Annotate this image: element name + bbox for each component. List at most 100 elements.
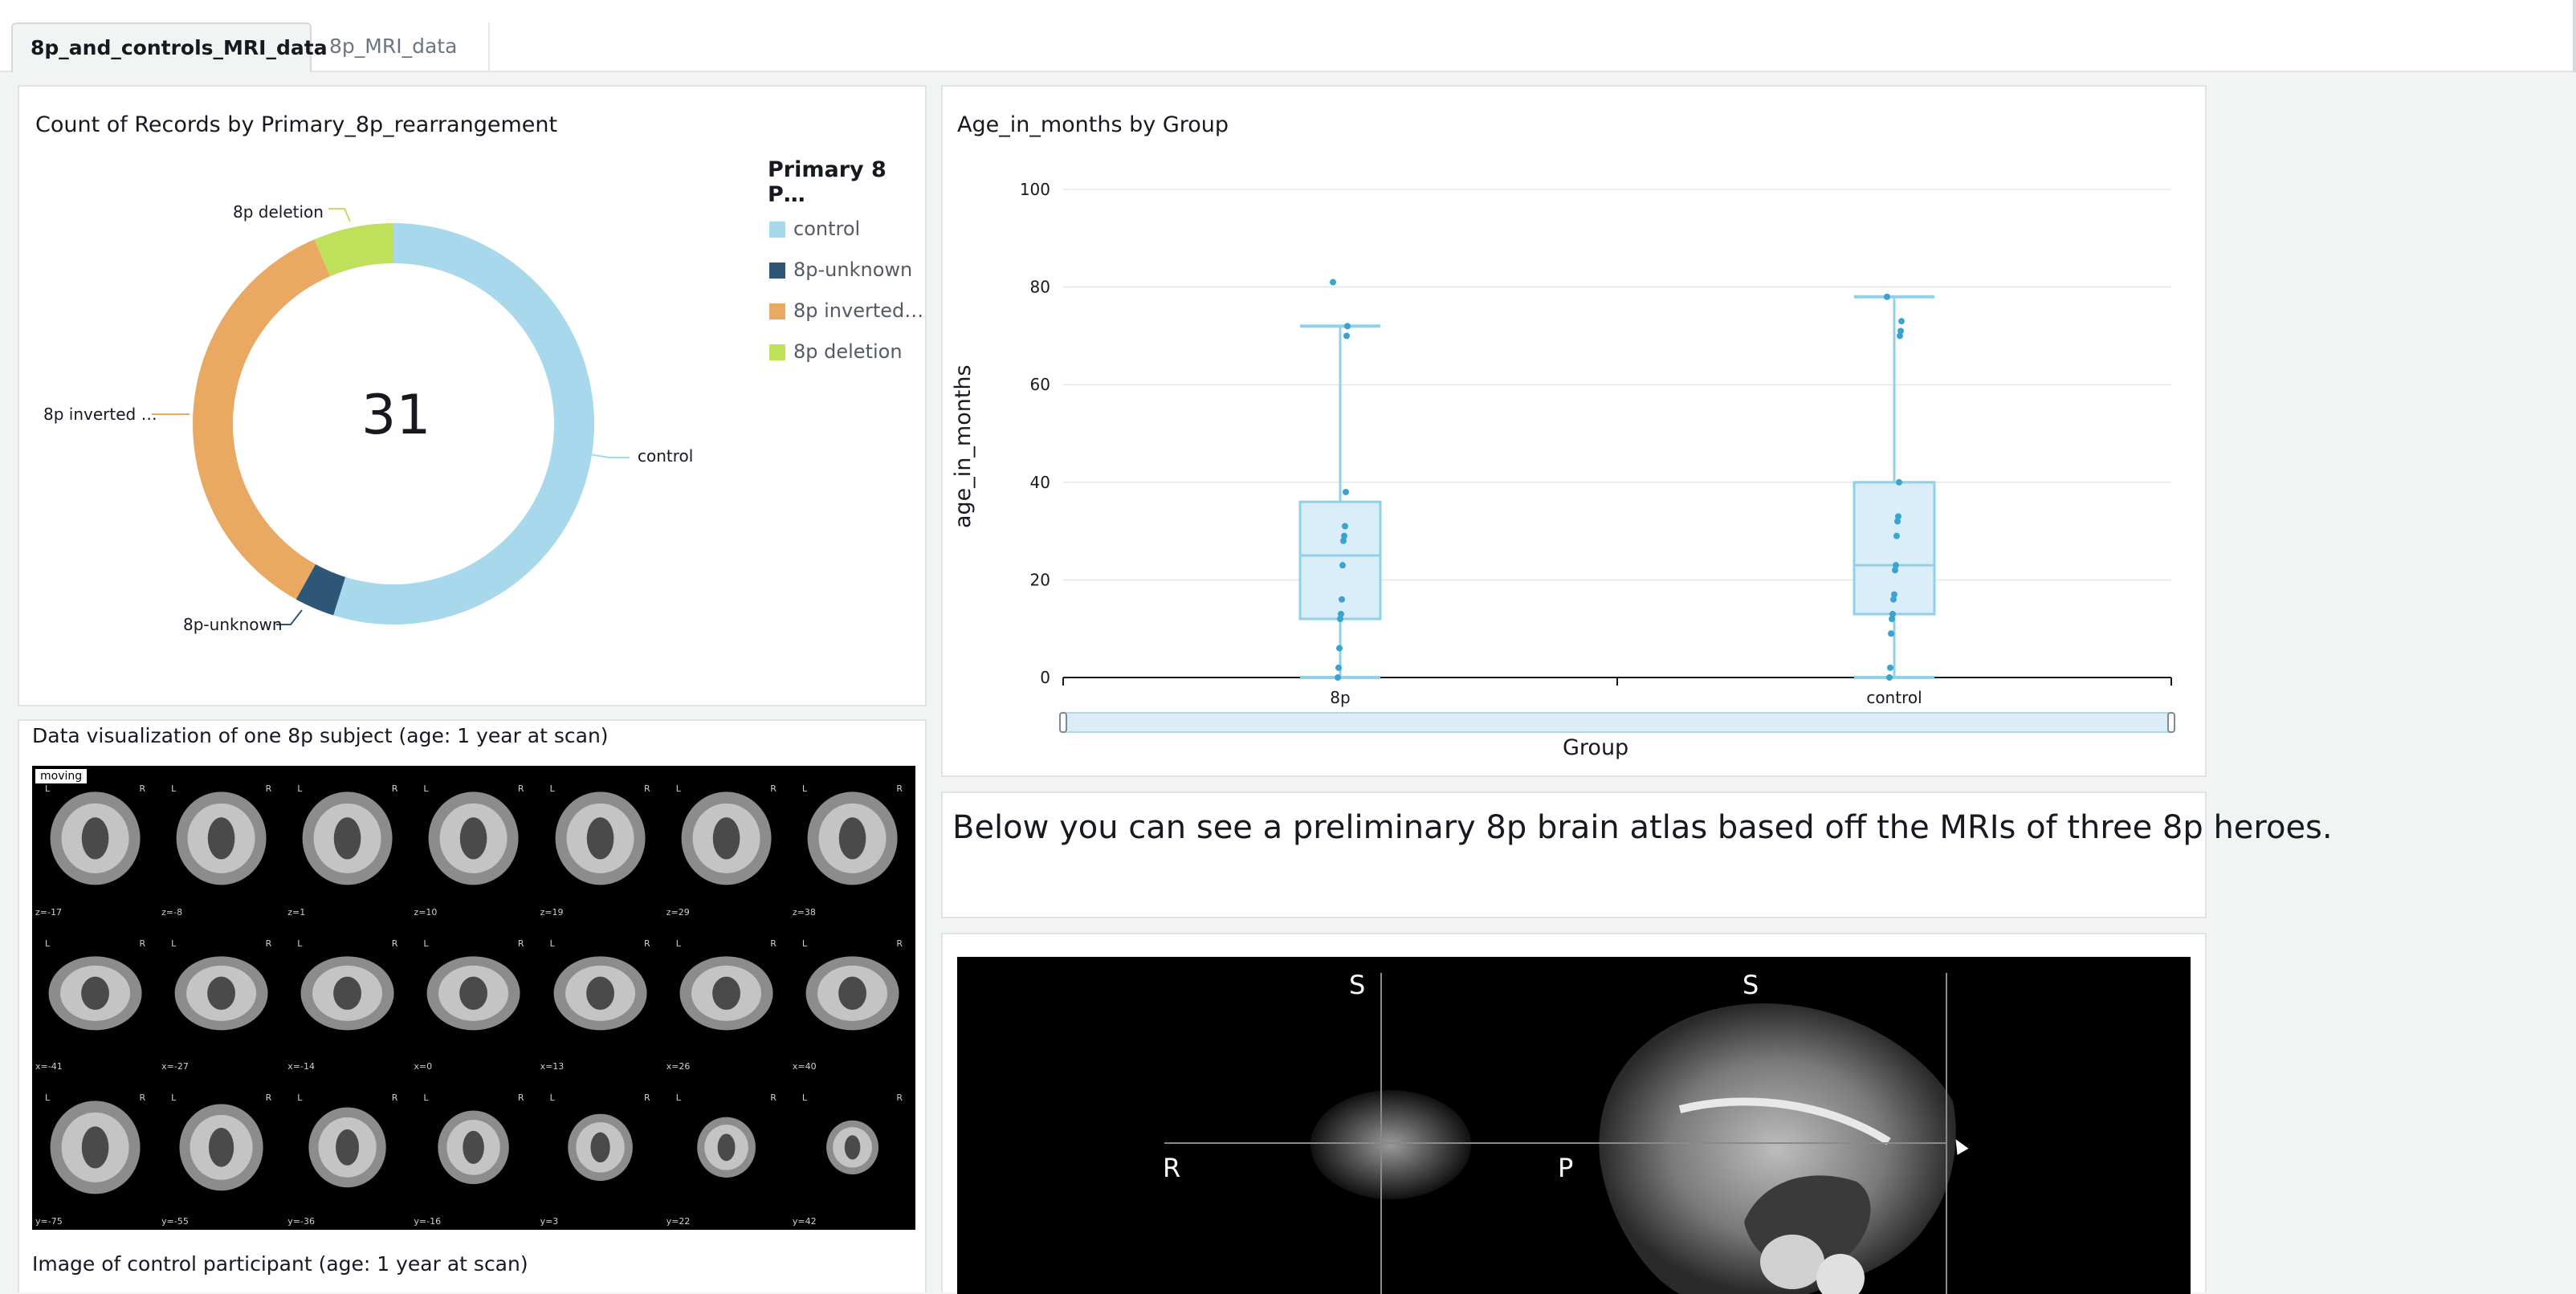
tab-8p-mri-data[interactable]: 8p_MRI_data: [312, 22, 490, 72]
mri-right-marker: R: [265, 938, 272, 949]
legend-swatch-8p-deletion: [769, 344, 785, 360]
y-tick-label: 40: [1030, 473, 1050, 492]
mri-slice-coordinate: y=-16: [414, 1215, 442, 1227]
data-point: [1898, 318, 1905, 325]
mri-right-marker: R: [139, 783, 146, 794]
mri-left-marker: L: [45, 783, 51, 794]
mri-slice-coordinate: y=3: [540, 1215, 559, 1227]
mri-slice: x=0 L R: [410, 921, 536, 1076]
donut-chart-panel[interactable]: Count of Records by Primary_8p_rearrange…: [18, 85, 927, 706]
mri-right-marker: R: [517, 1093, 524, 1104]
mri-right-marker: R: [139, 1093, 146, 1104]
mri-slice-coordinate: z=38: [792, 906, 816, 918]
data-point: [1887, 664, 1893, 671]
mri-slice: x=26 L R: [663, 921, 789, 1076]
mri-slice-image: moving z=-17 L Rz=-8 L Rz=1 L Rz=10 L Rz=19 L Rz=2…: [32, 766, 915, 1230]
data-point: [1335, 674, 1341, 681]
mri-slice-coordinate: z=-8: [161, 906, 183, 918]
data-point: [1342, 523, 1348, 530]
mri-slice-coordinate: z=1: [287, 906, 306, 918]
data-point: [1893, 532, 1900, 539]
box-control[interactable]: [1853, 293, 1936, 681]
mri-left-marker: L: [549, 1093, 555, 1104]
mri-left-marker: L: [171, 783, 177, 794]
range-slider[interactable]: [1062, 712, 2172, 733]
mri-right-marker: R: [644, 783, 650, 794]
mri-slice: y=-16 L R: [410, 1075, 536, 1230]
data-point: [1896, 478, 1902, 486]
mri-slice-coordinate: y=-75: [35, 1215, 63, 1227]
mri-left-marker: L: [801, 938, 807, 949]
legend-item-8p-inverted[interactable]: 8p inverted…: [793, 299, 923, 323]
box-plot-panel[interactable]: Age_in_months by Group 0 20 40 60 80 100 8p con…: [941, 85, 2207, 777]
data-point: [1897, 332, 1903, 340]
mri-left-marker: L: [801, 1093, 807, 1104]
range-slider-handle[interactable]: [2167, 712, 2175, 733]
mri-slice: y=-75 L R: [32, 1075, 158, 1230]
mri-left-marker: L: [549, 938, 555, 949]
mri-left-marker: L: [297, 783, 303, 794]
mri-slice-coordinate: z=19: [540, 906, 564, 918]
mri-slice-coordinate: z=10: [414, 906, 438, 918]
data-point: [1339, 596, 1345, 603]
mri-right-marker: R: [770, 1093, 776, 1104]
mri-slice: y=-55 L R: [158, 1075, 284, 1230]
mri-slice: z=-8 L R: [158, 766, 284, 921]
y-tick-label: 0: [1040, 668, 1050, 687]
atlas-viewer[interactable]: S S R P: [957, 957, 2191, 1294]
data-point: [1339, 562, 1346, 569]
mri-panel-title: Data visualization of one 8p subject (ag…: [32, 724, 609, 747]
mri-slice-coordinate: y=-36: [287, 1215, 315, 1227]
y-tick-label: 100: [1020, 180, 1050, 199]
mri-slice-coordinate: x=-27: [161, 1061, 189, 1072]
atlas-label-r: R: [1163, 1153, 1181, 1183]
tab-8p-and-controls[interactable]: 8p_and_controls_MRI_data: [11, 22, 328, 72]
mri-right-marker: R: [896, 1093, 903, 1104]
mri-right-marker: R: [896, 938, 903, 949]
range-slider-handle[interactable]: [1059, 712, 1067, 733]
mri-left-marker: L: [171, 1093, 177, 1104]
legend-item-8p-deletion[interactable]: 8p deletion: [793, 340, 903, 364]
donut-slice-8p-inverted-duplication[interactable]: [192, 239, 331, 600]
x-tick-label: control: [1866, 688, 1922, 707]
atlas-text-panel: Below you can see a preliminary 8p brain…: [941, 791, 2333, 918]
coronal-slice: [1310, 1090, 1471, 1199]
mri-right-marker: R: [265, 783, 272, 794]
data-point: [1888, 630, 1894, 637]
legend-swatch-8p-unknown: [769, 262, 785, 279]
control-caption: Image of control participant (age: 1 yea…: [32, 1252, 528, 1276]
mri-slice: y=3 L R: [537, 1075, 663, 1230]
mri-slice-coordinate: z=29: [666, 906, 690, 918]
data-point: [1889, 616, 1895, 623]
y-tick-label: 60: [1030, 375, 1050, 394]
mri-left-marker: L: [297, 1093, 303, 1104]
legend-item-8p-unknown[interactable]: 8p-unknown: [793, 258, 912, 282]
data-point: [1336, 645, 1343, 652]
mri-slice: x=13 L R: [537, 921, 663, 1076]
mri-left-marker: L: [423, 938, 429, 949]
mri-left-marker: L: [297, 938, 303, 949]
atlas-label-p: P: [1558, 1153, 1574, 1183]
mri-slice: z=19 L R: [537, 766, 663, 921]
mri-left-marker: L: [423, 1093, 429, 1104]
box-8p[interactable]: [1298, 279, 1382, 681]
mri-slice: y=-36 L R: [284, 1075, 410, 1230]
data-point: [1343, 332, 1350, 340]
mri-slice: y=22 L R: [663, 1075, 789, 1230]
data-point: [1884, 293, 1890, 300]
mri-right-marker: R: [391, 1093, 398, 1104]
mri-slice-coordinate: y=42: [792, 1215, 817, 1227]
legend-item-control[interactable]: control: [793, 217, 860, 241]
atlas-viewer-panel: S S R P: [941, 933, 2207, 1294]
x-tick-label: 8p: [1330, 688, 1350, 707]
box-plot-svg: 0 20 40 60 80 100 8p control: [1020, 180, 2175, 733]
mri-slice-coordinate: x=-41: [35, 1061, 63, 1072]
mri-left-marker: L: [549, 783, 555, 794]
mri-right-marker: R: [517, 783, 524, 794]
mri-slice-coordinate: x=40: [792, 1061, 817, 1072]
atlas-description: Below you can see a preliminary 8p brain…: [952, 809, 2333, 846]
mri-right-marker: R: [391, 783, 398, 794]
atlas-brain-image: [1164, 973, 1956, 1294]
mri-slice: y=42 L R: [789, 1075, 915, 1230]
mri-right-marker: R: [139, 938, 146, 949]
